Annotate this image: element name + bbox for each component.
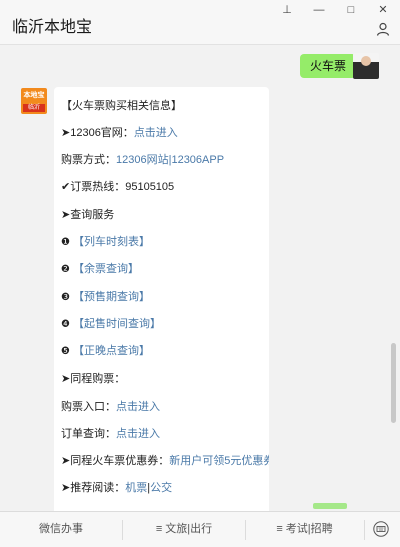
app-title: 临沂本地宝 — [12, 19, 93, 36]
purchase-method-line: 购票方式：12306网站|12306APP — [61, 154, 225, 166]
chat-scrollbar[interactable] — [391, 343, 396, 423]
app-link[interactable]: 12306APP — [171, 154, 224, 166]
official-account-avatar[interactable]: 本地宝 临沂 — [21, 88, 47, 114]
menu-item-services[interactable]: 微信办事 — [0, 512, 122, 547]
person-icon[interactable] — [376, 22, 390, 36]
purchase-entry-link[interactable]: 点击进入 — [116, 401, 160, 413]
coupon-line: ➤同程火车票优惠券：新用户可领5元优惠券 — [61, 452, 269, 468]
query-item-delay: ❺ 【正晚点查询】 — [61, 345, 150, 357]
menu-item-travel[interactable]: ≡ 文旅|出行 — [123, 512, 245, 547]
sale-time-link[interactable]: 起售时间查询 — [84, 318, 150, 330]
official-site-line: ➤12306官网：点击进入 — [61, 127, 178, 139]
minimize-icon[interactable]: — — [310, 2, 328, 18]
message-header: 【火车票购买相关信息】 — [61, 100, 182, 112]
close-icon[interactable]: ✕ — [374, 2, 392, 18]
keyboard-icon[interactable] — [373, 521, 389, 537]
flight-link[interactable]: 机票 — [125, 482, 147, 494]
maximize-icon[interactable]: □ — [342, 2, 360, 18]
title-bar: 临沂本地宝 ⊥ — □ ✕ — [0, 0, 400, 45]
partial-green-bubble — [313, 503, 347, 509]
avatar-logo-city: 临沂 — [23, 104, 45, 112]
chat-area[interactable]: 火车票 本地宝 临沂 【火车票购买相关信息】 ➤12306官网：点击进入 购票方… — [0, 45, 400, 511]
official-site-link[interactable]: 点击进入 — [134, 127, 178, 139]
menu-item-exams[interactable]: ≡ 考试|招聘 — [246, 512, 363, 547]
menu-divider — [364, 520, 365, 540]
query-item-presale: ❸ 【预售期查询】 — [61, 291, 150, 303]
purchase-entry-line: 购票入口：点击进入 — [61, 401, 160, 413]
bottom-menu: 微信办事 ≡ 文旅|出行 ≡ 考试|招聘 — [0, 511, 400, 547]
outgoing-message: 火车票 — [300, 54, 362, 78]
pin-icon[interactable]: ⊥ — [278, 2, 296, 18]
hotline-number: 95105105 — [125, 181, 175, 193]
incoming-message: 【火车票购买相关信息】 ➤12306官网：点击进入 购票方式：12306网站|1… — [54, 87, 269, 511]
avatar-logo-text: 本地宝 — [23, 92, 45, 99]
coupon-link[interactable]: 新用户可领5元优惠券 — [169, 455, 269, 467]
query-service-title: ➤查询服务 — [61, 209, 115, 221]
hotline-line: ✔订票热线：95105105 — [61, 181, 175, 193]
timetable-link[interactable]: 列车时刻表 — [84, 236, 139, 248]
bus-link[interactable]: 公交 — [150, 482, 172, 494]
recommend-line: ➤推荐阅读：机票|公交 — [61, 482, 173, 494]
remaining-tickets-link[interactable]: 余票查询 — [84, 263, 128, 275]
user-avatar[interactable] — [353, 53, 379, 79]
website-link[interactable]: 12306网站 — [116, 154, 169, 166]
order-query-line: 订单查询：点击进入 — [61, 428, 160, 440]
query-item-sale-time: ❹ 【起售时间查询】 — [61, 318, 161, 330]
tongcheng-title: ➤同程购票： — [61, 373, 126, 385]
query-item-timetable: ❶ 【列车时刻表】 — [61, 236, 150, 248]
presale-period-link[interactable]: 预售期查询 — [84, 291, 139, 303]
order-query-link[interactable]: 点击进入 — [116, 428, 160, 440]
delay-query-link[interactable]: 正晚点查询 — [84, 345, 139, 357]
query-item-remaining: ❷ 【余票查询】 — [61, 263, 139, 275]
window-controls: ⊥ — □ ✕ — [278, 2, 392, 18]
